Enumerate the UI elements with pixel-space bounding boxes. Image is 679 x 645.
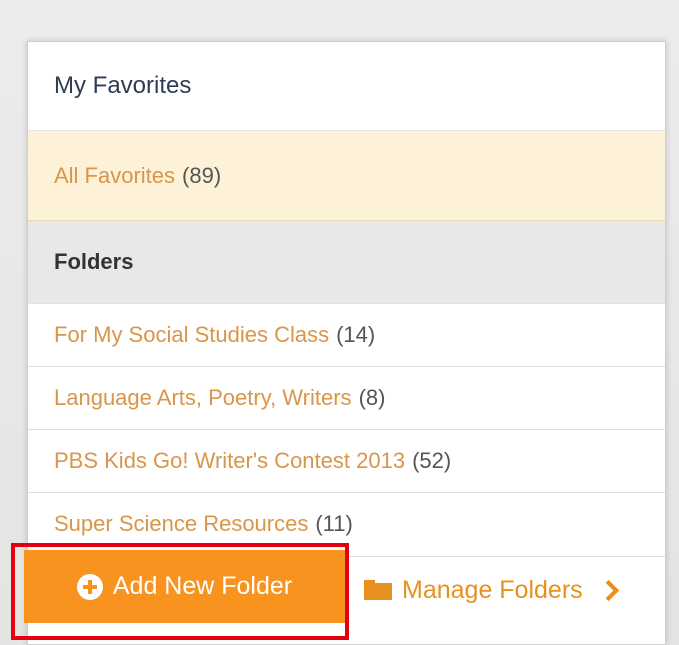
manage-folders-link[interactable]: Manage Folders (364, 566, 619, 614)
folder-link[interactable]: Super Science Resources (54, 511, 308, 537)
add-new-folder-label: Add New Folder (112, 572, 293, 600)
folder-item[interactable]: Super Science Resources (11) (28, 492, 665, 555)
folders-heading: Folders (28, 221, 665, 303)
plus-circle-icon (76, 573, 103, 600)
manage-folders-label: Manage Folders (402, 575, 583, 604)
folder-link[interactable]: For My Social Studies Class (54, 322, 329, 348)
all-favorites-count: (89) (182, 162, 222, 188)
panel-header: My Favorites (28, 42, 665, 131)
all-favorites-item[interactable]: All Favorites (89) (28, 131, 665, 221)
folder-count: (52) (412, 448, 452, 473)
folder-item[interactable]: For My Social Studies Class (14) (28, 303, 665, 366)
all-favorites-link[interactable]: All Favorites (54, 163, 175, 189)
folder-icon (364, 580, 392, 600)
folder-item[interactable]: PBS Kids Go! Writer's Contest 2013 (52) (28, 429, 665, 492)
folder-count: (11) (315, 511, 353, 536)
folder-count: (8) (358, 385, 386, 410)
add-new-folder-button[interactable]: Add New Folder (24, 550, 345, 623)
folder-link[interactable]: Language Arts, Poetry, Writers (54, 385, 352, 411)
folders-heading-label: Folders (54, 249, 134, 274)
folder-link[interactable]: PBS Kids Go! Writer's Contest 2013 (54, 448, 405, 474)
panel-title: My Favorites (54, 72, 192, 99)
chevron-right-icon (597, 579, 619, 601)
folder-count: (14) (336, 322, 376, 347)
folder-item[interactable]: Language Arts, Poetry, Writers (8) (28, 366, 665, 429)
